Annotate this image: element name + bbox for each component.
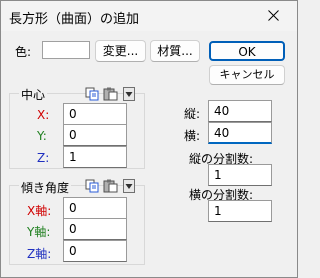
center-y-label: Y: xyxy=(37,129,47,143)
height-input[interactable]: 40 xyxy=(208,100,272,122)
close-button[interactable] xyxy=(251,1,297,31)
copy-icon[interactable] xyxy=(85,87,99,104)
center-z-input[interactable]: 1 xyxy=(63,146,127,168)
center-group-label: 中心 xyxy=(19,86,48,103)
tilt-z-input[interactable]: 0 xyxy=(63,240,127,262)
paste-icon[interactable] xyxy=(103,179,119,196)
close-icon xyxy=(268,10,279,21)
dialog-window: 長方形（曲面）の追加 色: 変更... 材質... OK キャンセル 中心 X:… xyxy=(0,0,298,278)
color-label: 色: xyxy=(15,45,32,59)
tilt-y-input[interactable]: 0 xyxy=(63,218,127,240)
center-x-label: X: xyxy=(37,108,50,122)
color-swatch[interactable] xyxy=(42,41,90,59)
dropdown-arrow-icon[interactable] xyxy=(123,87,135,104)
tilt-z-label: Z軸: xyxy=(27,247,52,261)
tilt-group-label: 傾き角度 xyxy=(19,179,72,196)
vertical-divisions-input[interactable]: 1 xyxy=(208,164,272,186)
center-z-label: Z: xyxy=(37,151,50,165)
horizontal-divisions-input[interactable]: 1 xyxy=(208,200,272,222)
cancel-button[interactable]: キャンセル xyxy=(209,65,285,85)
center-x-input[interactable]: 0 xyxy=(63,103,127,125)
window-title: 長方形（曲面）の追加 xyxy=(9,12,140,27)
width-input[interactable]: 40 xyxy=(208,122,272,144)
tilt-x-input[interactable]: 0 xyxy=(63,197,127,219)
material-button[interactable]: 材質... xyxy=(150,40,200,62)
height-label: 縦: xyxy=(184,107,201,121)
tilt-x-label: X軸: xyxy=(27,204,52,218)
paste-icon[interactable] xyxy=(103,87,119,104)
ok-button[interactable]: OK xyxy=(209,41,285,61)
dropdown-arrow-icon[interactable] xyxy=(123,179,135,196)
copy-icon[interactable] xyxy=(85,179,99,196)
tilt-y-label: Y軸: xyxy=(27,225,51,239)
change-color-button[interactable]: 変更... xyxy=(95,40,146,62)
title-bar: 長方形（曲面）の追加 xyxy=(1,1,297,31)
center-y-input[interactable]: 0 xyxy=(63,124,127,146)
width-label: 横: xyxy=(184,129,201,143)
